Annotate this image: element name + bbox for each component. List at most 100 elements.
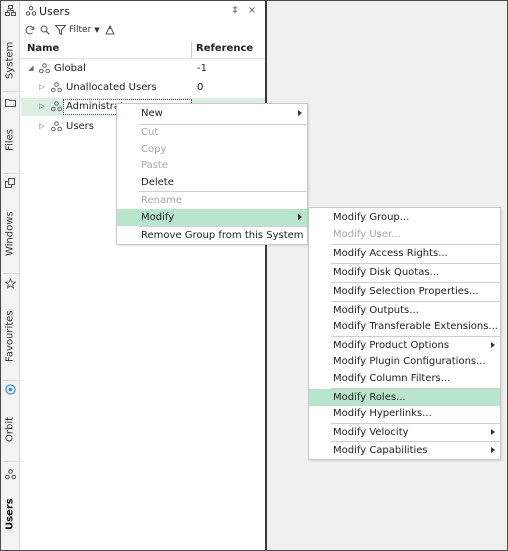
menu-item-new[interactable]: New (117, 105, 307, 122)
menu-item-label: Modify Column Filters... (333, 373, 451, 384)
filter-button[interactable]: Filter ▼ (55, 25, 100, 35)
folder-icon (5, 99, 16, 107)
rail-label-favourites: Favourites (4, 310, 16, 362)
group-icon (51, 121, 62, 132)
menu-item-rename[interactable]: Rename (117, 192, 307, 209)
rail-label-files: Files (4, 129, 16, 151)
column-header-row: Name Reference (21, 39, 265, 59)
menu-item-modify-user[interactable]: Modify User... (309, 226, 500, 243)
menu-item-label: Modify Plugin Configurations... (333, 356, 486, 367)
rail-divider (3, 380, 18, 381)
tree-row-global[interactable]: ◢ Global -1 (21, 60, 265, 78)
menu-item-label: Modify Selection Properties... (333, 286, 479, 297)
close-icon[interactable]: × (245, 3, 259, 17)
menu-item-label: Modify (141, 212, 175, 223)
group-icon (51, 82, 62, 93)
tree-row-label: Global (54, 63, 86, 74)
windows-icon (5, 178, 15, 188)
rail-label-orbit: Orbit (4, 416, 16, 442)
tree-row-unallocated-users[interactable]: ▷ Unallocated Users 0 (21, 79, 265, 97)
filter-label: Filter (69, 25, 92, 35)
menu-item-label: Modify Access Rights... (333, 248, 448, 259)
menu-item-remove-group[interactable]: Remove Group from this System (117, 227, 307, 244)
tree-row-reference: 0 (197, 82, 204, 93)
panel-toolbar: Filter ▼ (25, 23, 115, 37)
rail-label-users: Users (4, 498, 16, 530)
panel-title-text: Users (39, 4, 70, 18)
rail-divider (3, 273, 18, 274)
menu-item-modify-column-filters[interactable]: Modify Column Filters... (309, 370, 500, 387)
tree-row-label: Unallocated Users (66, 82, 157, 93)
orbit-icon (5, 384, 16, 395)
menu-item-label: Copy (141, 144, 167, 155)
menu-item-label: Modify Roles... (333, 392, 406, 403)
filter-icon (55, 25, 66, 35)
submenu-arrow-icon (491, 429, 495, 435)
menu-item-paste[interactable]: Paste (117, 157, 307, 174)
menu-item-label: Modify Transferable Extensions... (333, 321, 498, 332)
rail-divider (3, 173, 18, 174)
menu-item-modify-roles[interactable]: Modify Roles... (309, 389, 500, 406)
menu-item-label: Modify Disk Quotas... (333, 267, 440, 278)
pin-icon[interactable]: ‡ (228, 3, 242, 17)
modify-submenu: Modify Group... Modify User... Modify Ac… (308, 207, 501, 460)
menu-item-label: Rename (141, 195, 183, 206)
hierarchy-icon (5, 5, 16, 16)
rail-label-windows: Windows (4, 211, 16, 257)
menu-item-label: Modify Product Options (333, 340, 450, 351)
tree-row-reference: -1 (197, 63, 207, 74)
search-icon[interactable] (40, 25, 50, 35)
star-icon (5, 278, 16, 289)
column-header-name[interactable]: Name (27, 43, 59, 54)
submenu-arrow-icon (491, 342, 495, 348)
menu-item-modify[interactable]: Modify (117, 209, 307, 226)
menu-item-label: Paste (141, 160, 168, 171)
menu-item-modify-group[interactable]: Modify Group... (309, 209, 500, 226)
group-icon (51, 101, 62, 112)
refresh-icon[interactable] (25, 25, 35, 35)
menu-item-modify-selection-properties[interactable]: Modify Selection Properties... (309, 283, 500, 300)
expand-icon[interactable]: ▷ (38, 82, 46, 92)
users-panel: Users ‡ × Filter ▼ Name Reference ◢ Glob… (21, 1, 265, 550)
rail-divider (3, 91, 18, 92)
menu-item-modify-velocity[interactable]: Modify Velocity (309, 424, 500, 441)
group-icon (39, 63, 50, 74)
column-header-reference[interactable]: Reference (196, 43, 253, 54)
menu-item-modify-hyperlinks[interactable]: Modify Hyperlinks... (309, 405, 500, 422)
menu-item-modify-access-rights[interactable]: Modify Access Rights... (309, 245, 500, 262)
tree-row-label: Users (66, 121, 95, 132)
menu-item-label: Modify Hyperlinks... (333, 408, 432, 419)
menu-item-modify-plugin-configurations[interactable]: Modify Plugin Configurations... (309, 353, 500, 370)
menu-item-label: Modify User... (333, 229, 401, 240)
collapse-icon[interactable]: ◢ (27, 63, 35, 73)
expand-icon[interactable]: ▷ (38, 101, 46, 111)
menu-item-modify-capabilities[interactable]: Modify Capabilities (309, 442, 500, 459)
submenu-arrow-icon (491, 447, 495, 453)
menu-item-modify-disk-quotas[interactable]: Modify Disk Quotas... (309, 264, 500, 281)
menu-item-label: Modify Group... (333, 212, 410, 223)
menu-item-modify-outputs[interactable]: Modify Outputs... (309, 302, 500, 319)
menu-item-label: Cut (141, 127, 159, 138)
menu-item-label: Modify Capabilities (333, 445, 428, 456)
panel-title: Users (26, 3, 70, 19)
menu-item-modify-product-options[interactable]: Modify Product Options (309, 337, 500, 354)
expand-icon[interactable]: ▷ (38, 121, 46, 131)
submenu-arrow-icon (298, 110, 302, 116)
chevron-down-icon: ▼ (94, 26, 100, 34)
menu-item-cut[interactable]: Cut (117, 124, 307, 141)
menu-item-modify-transferable-extensions[interactable]: Modify Transferable Extensions... (309, 318, 500, 335)
side-rail: System Files Windows Favourites Orbit Us… (1, 1, 20, 550)
menu-item-label: Delete (141, 177, 174, 188)
users-icon (5, 469, 16, 480)
menu-item-label: Remove Group from this System (141, 230, 304, 241)
context-menu: New Cut Copy Paste Delete Rename Modify … (116, 103, 308, 245)
menu-item-copy[interactable]: Copy (117, 141, 307, 158)
menu-item-delete[interactable]: Delete (117, 174, 307, 191)
column-resize-handle[interactable] (191, 41, 192, 58)
menu-item-label: Modify Outputs... (333, 305, 419, 316)
rail-divider (3, 461, 18, 462)
menu-item-label: New (141, 108, 163, 119)
users-icon (26, 6, 36, 16)
group-icon[interactable] (104, 25, 115, 35)
rail-label-system: System (4, 41, 16, 79)
